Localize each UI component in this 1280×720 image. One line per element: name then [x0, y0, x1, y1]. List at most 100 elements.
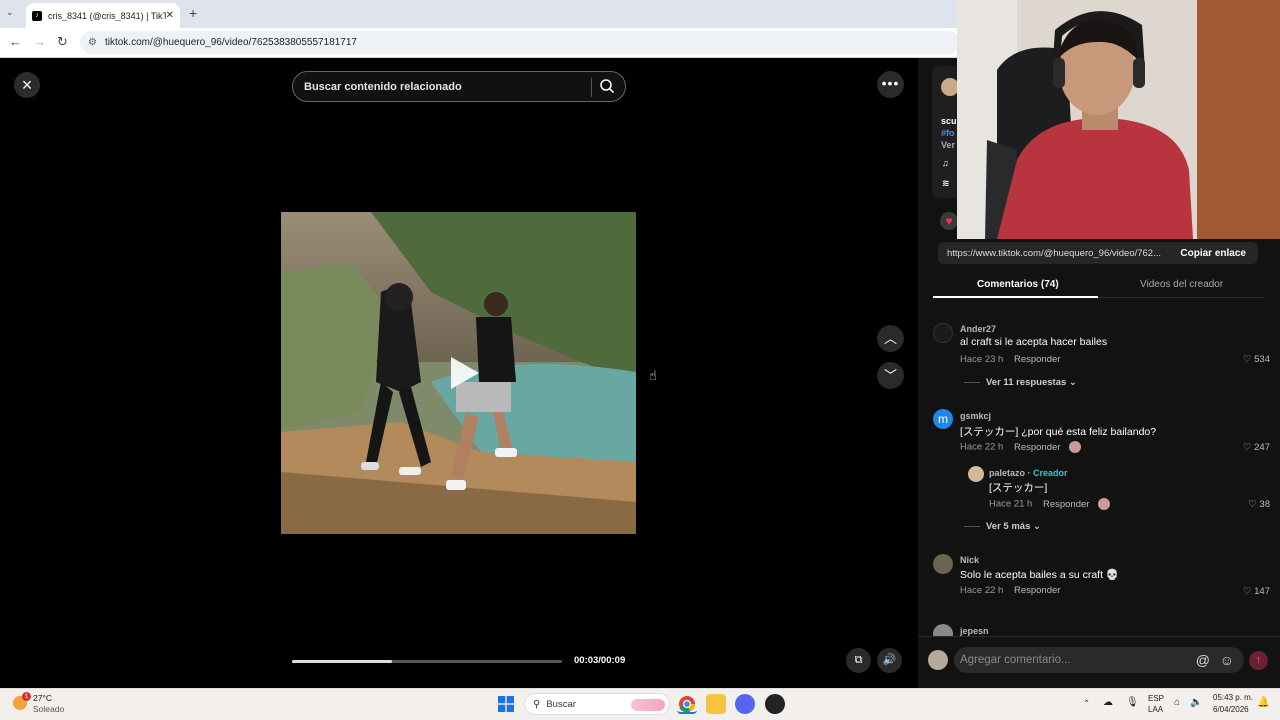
url-text: tiktok.com/@huequero_96/video/7625383805… [104, 37, 357, 48]
search-icon[interactable] [599, 78, 615, 94]
weather-temp[interactable]: 27°C [33, 693, 52, 703]
comment-likes[interactable]: ♡ 147 [1220, 586, 1270, 597]
clock-time[interactable]: 05:43 p. m. [1213, 693, 1253, 702]
comment-time: Hace 22 h [960, 441, 1004, 453]
view-replies-button[interactable]: Ver 11 respuestas ⌄ [964, 377, 1077, 388]
reply-user: paletazo [989, 468, 1026, 478]
send-icon[interactable]: ↑ [1249, 651, 1268, 670]
share-url[interactable]: https://www.tiktok.com/@huequero_96/vide… [947, 248, 1161, 259]
mention-icon[interactable]: @ [1196, 652, 1210, 668]
taskbar-search[interactable]: ⚲ Buscar [524, 693, 670, 715]
site-info-icon[interactable]: ⚙ [88, 37, 97, 48]
description-line: scu [941, 116, 957, 126]
comment-text: Solo le acepta bailes a su craft 💀 [960, 569, 1119, 581]
like-count: 534 [1254, 354, 1270, 365]
app-icon[interactable] [765, 694, 785, 714]
search-placeholder: Buscar contenido relacionado [304, 80, 462, 93]
comment-user[interactable]: paletazo · Creador [989, 468, 1068, 478]
tab-title: cris_8341 (@cris_8341) | TikTok [48, 10, 166, 21]
tab-comments[interactable]: Comentarios (74) [977, 279, 1059, 290]
avatar[interactable] [933, 323, 953, 343]
webcam-overlay [957, 0, 1280, 239]
comment-likes[interactable]: ♡ 38 [1220, 499, 1270, 510]
chrome-icon[interactable] [677, 694, 697, 714]
windows-start-icon[interactable] [498, 696, 514, 712]
copy-link-button[interactable]: Copiar enlace [1180, 248, 1246, 259]
comment-input[interactable]: Agregar comentario... @ ☺ [954, 647, 1244, 673]
comment-meta: Hace 22 h Responder [960, 441, 1082, 453]
close-icon[interactable]: × [14, 72, 40, 98]
next-video-icon[interactable]: ﹀ [877, 362, 904, 389]
comment-meta: Hace 22 h Responder [960, 585, 1060, 596]
reply-button[interactable]: Responder [1014, 442, 1060, 453]
address-bar[interactable]: ⚙ tiktok.com/@huequero_96/video/76253838… [80, 31, 960, 54]
microphone-icon[interactable]: 🎙 [1126, 697, 1139, 708]
avatar [928, 650, 948, 670]
play-icon[interactable] [443, 353, 483, 393]
tiktok-favicon-icon: ♪ [32, 10, 42, 21]
tab-creator-videos[interactable]: Videos del creador [1140, 279, 1223, 290]
reply-line [964, 525, 980, 527]
comment-user[interactable]: gsmkcj [960, 411, 991, 421]
search-divider [591, 78, 592, 97]
like-count: 147 [1254, 586, 1270, 597]
creator-liked-avatar [1098, 498, 1111, 510]
notifications-icon[interactable]: 🔔 [1257, 697, 1269, 708]
keyboard-layout[interactable]: LAA [1148, 705, 1163, 714]
like-heart-icon[interactable]: ♥ [940, 212, 958, 230]
avatar[interactable] [968, 466, 984, 482]
avatar[interactable]: m [933, 409, 953, 429]
browser-tab[interactable]: ♪ cris_8341 (@cris_8341) | TikTok ✕ [26, 3, 180, 28]
comment-user[interactable]: Ander27 [960, 324, 996, 334]
comment-likes[interactable]: ♡ 534 [1220, 354, 1270, 365]
related-search-input[interactable]: Buscar contenido relacionado [292, 71, 626, 102]
avatar[interactable] [933, 554, 953, 574]
comment-time: Hace 21 h [989, 498, 1033, 510]
discord-icon[interactable] [735, 694, 755, 714]
like-count: 38 [1259, 499, 1270, 510]
comment-time: Hace 23 h [960, 354, 1004, 365]
weather-desc[interactable]: Soleado [33, 704, 64, 714]
video-time: 00:03/00:09 [574, 655, 626, 666]
comment-user[interactable]: Nick [960, 555, 979, 565]
comment-user[interactable]: jepesn [960, 626, 989, 636]
reply-button[interactable]: Responder [1043, 499, 1089, 510]
capcut-icon[interactable]: ≋ [942, 178, 950, 189]
webcam-feed [957, 0, 1280, 239]
comment-likes[interactable]: ♡ 247 [1220, 442, 1270, 453]
taskbar-search-label: Buscar [546, 698, 576, 710]
tab-close-icon[interactable]: ✕ [166, 10, 174, 21]
reply-line [964, 381, 980, 383]
view-more-button[interactable]: Ver 5 más ⌄ [964, 521, 1041, 532]
clock-date[interactable]: 6/04/2026 [1213, 705, 1249, 714]
file-explorer-icon[interactable] [706, 694, 726, 714]
view-more-label: Ver 5 más [986, 521, 1031, 532]
back-icon[interactable]: ← [9, 34, 22, 49]
panel-tabs: Comentarios (74) Videos del creador [933, 275, 1265, 298]
hashtag-line[interactable]: #fo [941, 128, 955, 138]
comment-meta: Hace 21 h Responder [989, 498, 1111, 510]
video-progress-bar[interactable] [292, 660, 562, 663]
reply-button[interactable]: Responder [1014, 354, 1060, 365]
miniplayer-icon[interactable]: ⧉ [846, 648, 871, 673]
music-icon[interactable]: ♫ [942, 158, 949, 168]
forward-icon[interactable]: → [33, 34, 46, 49]
tray-overflow-icon[interactable]: ⌃ [1083, 698, 1090, 709]
previous-video-icon[interactable]: ︿ [877, 325, 904, 352]
notification-badge: 1 [22, 692, 31, 701]
volume-icon[interactable]: 🔊 [877, 648, 902, 673]
more-options-icon[interactable]: ••• [877, 71, 904, 98]
see-more-line[interactable]: Ver [941, 140, 955, 150]
new-tab-button[interactable]: + [189, 5, 197, 21]
reply-button[interactable]: Responder [1014, 585, 1060, 596]
reload-icon[interactable]: ↻ [57, 34, 68, 50]
search-highlight-icon [631, 699, 665, 711]
network-icon[interactable]: ⌂ [1174, 697, 1180, 708]
speaker-icon[interactable]: 🔈 [1190, 697, 1202, 708]
language-code[interactable]: ESP [1148, 694, 1164, 703]
comment-time: Hace 22 h [960, 585, 1004, 596]
onedrive-icon[interactable]: ☁ [1103, 697, 1113, 708]
tab-search-chevron-icon[interactable]: ⌄ [6, 7, 14, 18]
comment-text: al craft si le acepta hacer bailes [960, 336, 1108, 348]
emoji-icon[interactable]: ☺ [1220, 652, 1234, 668]
